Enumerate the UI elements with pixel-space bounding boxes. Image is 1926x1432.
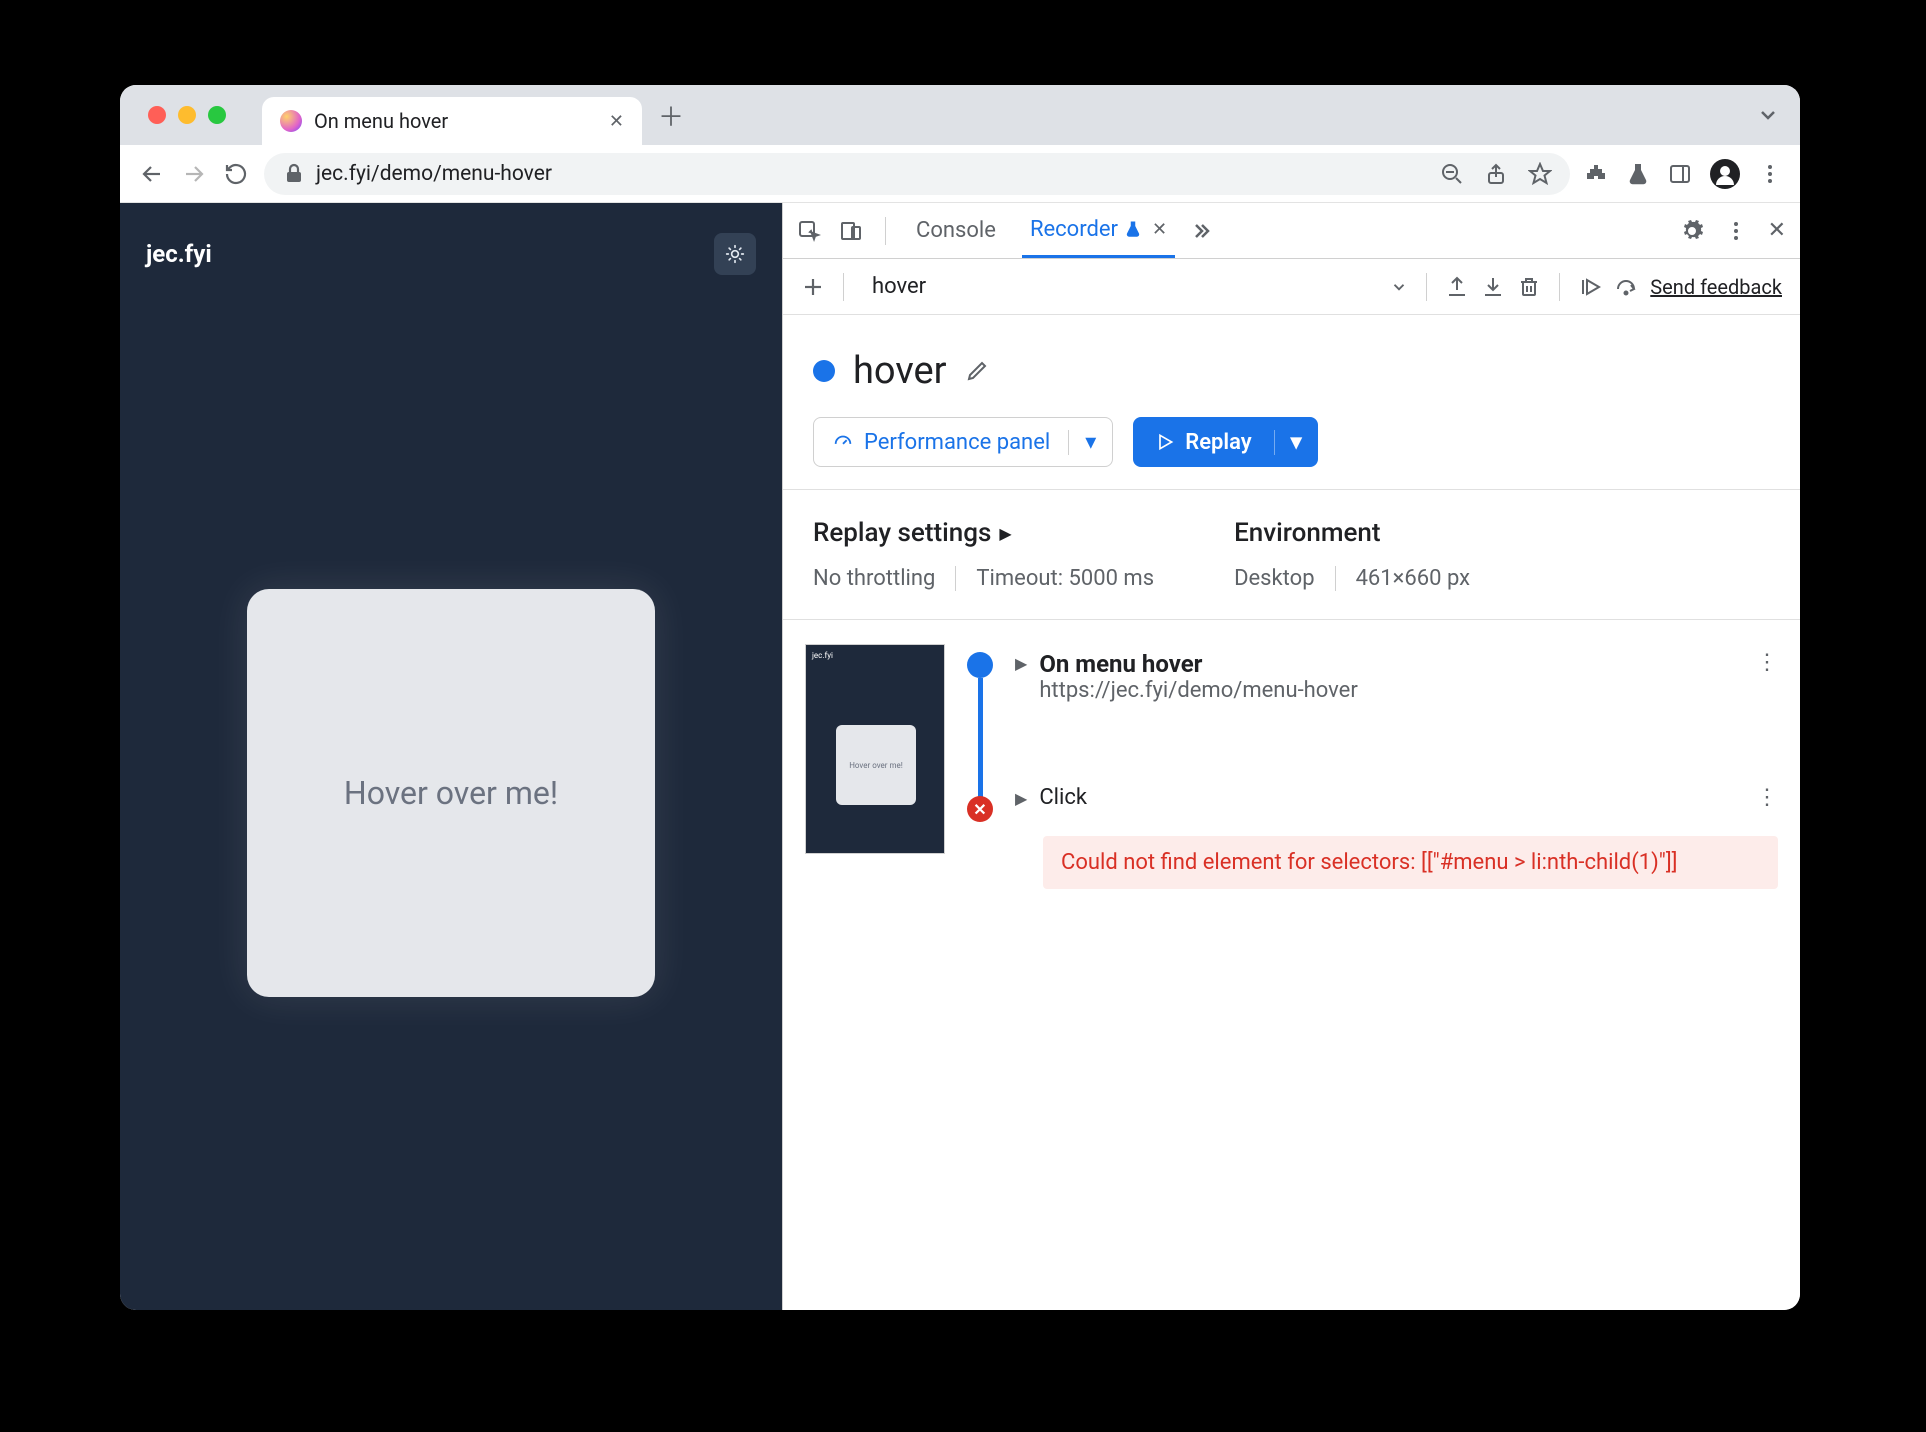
labs-icon[interactable]	[1626, 162, 1650, 186]
expand-step-icon[interactable]: ▶	[1015, 789, 1027, 808]
new-tab-button[interactable]: ＋	[658, 97, 684, 134]
back-button[interactable]	[138, 160, 166, 188]
tab-strip: On menu hover ✕ ＋	[120, 85, 1800, 145]
edit-title-icon[interactable]	[965, 359, 989, 383]
play-icon	[1155, 432, 1175, 452]
recording-header: hover Performance panel ▾ Rep	[783, 315, 1800, 489]
minimize-window-icon[interactable]	[178, 106, 196, 124]
address-bar[interactable]: jec.fyi/demo/menu-hover	[264, 153, 1570, 195]
step-error-message: Could not find element for selectors: [[…	[1043, 836, 1778, 889]
step-menu-icon[interactable]: ⋮	[1756, 785, 1778, 810]
replay-button[interactable]: Replay ▾	[1133, 417, 1317, 467]
viewport-value: 461×660 px	[1356, 566, 1471, 591]
browser-toolbar: jec.fyi/demo/menu-hover	[120, 145, 1800, 203]
profile-avatar[interactable]	[1710, 159, 1740, 189]
performance-dropdown-icon[interactable]: ▾	[1068, 430, 1112, 455]
recording-title: hover	[853, 349, 947, 393]
settings-gear-icon[interactable]	[1680, 219, 1704, 243]
theme-toggle-button[interactable]	[714, 233, 756, 275]
chevron-down-icon[interactable]	[1390, 278, 1408, 296]
url-text: jec.fyi/demo/menu-hover	[316, 162, 552, 186]
recorder-step[interactable]: ▶ On menu hover https://jec.fyi/demo/men…	[1015, 644, 1778, 709]
more-tabs-icon[interactable]	[1193, 219, 1217, 243]
favicon-icon	[280, 110, 302, 132]
web-page: jec.fyi Hover over me!	[120, 203, 782, 1310]
expand-step-icon[interactable]: ▶	[1015, 654, 1027, 673]
share-icon[interactable]	[1484, 162, 1508, 186]
recorder-settings: Replay settings ▶ No throttling Timeout:…	[783, 489, 1800, 620]
tab-title: On menu hover	[314, 109, 597, 133]
close-window-icon[interactable]	[148, 106, 166, 124]
step-over-icon[interactable]	[1614, 275, 1638, 299]
browser-tab[interactable]: On menu hover ✕	[262, 97, 642, 145]
browser-window: On menu hover ✕ ＋ jec.fyi/demo/menu-hove…	[120, 85, 1800, 1310]
window-controls	[148, 106, 226, 124]
delete-icon[interactable]	[1517, 275, 1541, 299]
replay-settings-heading[interactable]: Replay settings ▶	[813, 518, 1154, 548]
tab-recorder[interactable]: Recorder ✕	[1022, 203, 1175, 258]
flask-icon	[1124, 220, 1142, 238]
devtools-tab-bar: Console Recorder ✕ ✕	[783, 203, 1800, 259]
forward-button	[180, 160, 208, 188]
throttling-value: No throttling	[813, 566, 935, 591]
gauge-icon	[832, 431, 854, 453]
device-toggle-icon[interactable]	[839, 219, 863, 243]
page-brand: jec.fyi	[146, 240, 212, 268]
devtools-menu-icon[interactable]	[1724, 219, 1748, 243]
export-icon[interactable]	[1445, 275, 1469, 299]
tab-console[interactable]: Console	[908, 203, 1004, 258]
maximize-window-icon[interactable]	[208, 106, 226, 124]
recording-status-dot	[813, 360, 835, 382]
add-recording-icon[interactable]	[801, 275, 825, 299]
bookmark-icon[interactable]	[1528, 162, 1552, 186]
recorder-steps: jec.fyi Hover over me! ✕ ▶ On menu hover…	[783, 620, 1800, 913]
recorder-step[interactable]: ▶ Click ⋮	[1015, 779, 1778, 816]
import-icon[interactable]	[1481, 275, 1505, 299]
panel-icon[interactable]	[1668, 162, 1692, 186]
close-devtools-icon[interactable]: ✕	[1768, 218, 1786, 243]
inspect-icon[interactable]	[797, 219, 821, 243]
step-menu-icon[interactable]: ⋮	[1756, 650, 1778, 675]
send-feedback-link[interactable]: Send feedback	[1650, 275, 1782, 299]
performance-panel-button[interactable]: Performance panel ▾	[813, 417, 1113, 467]
lock-icon	[282, 162, 306, 186]
replay-dropdown-icon[interactable]: ▾	[1274, 430, 1318, 455]
step-url: https://jec.fyi/demo/menu-hover	[1039, 678, 1744, 703]
step-play-icon[interactable]	[1578, 275, 1602, 299]
step-title: On menu hover	[1039, 650, 1744, 678]
recorder-toolbar: hover Send feedback	[783, 259, 1800, 315]
device-value: Desktop	[1234, 566, 1315, 591]
close-tab-recorder-icon[interactable]: ✕	[1152, 219, 1167, 240]
environment-heading: Environment	[1234, 518, 1470, 548]
close-tab-icon[interactable]: ✕	[609, 111, 624, 132]
zoom-icon[interactable]	[1440, 162, 1464, 186]
hover-card[interactable]: Hover over me!	[247, 589, 655, 997]
extensions-icon[interactable]	[1584, 162, 1608, 186]
devtools-panel: Console Recorder ✕ ✕ hover	[782, 203, 1800, 1310]
step-thumbnail: jec.fyi Hover over me!	[805, 644, 945, 854]
step-timeline: ✕	[963, 644, 997, 889]
step-title: Click	[1039, 785, 1744, 810]
browser-menu-icon[interactable]	[1758, 162, 1782, 186]
recording-selector[interactable]: hover	[872, 274, 1378, 299]
timeout-value: Timeout: 5000 ms	[976, 566, 1154, 591]
hover-card-text: Hover over me!	[344, 774, 558, 812]
tabs-overflow-icon[interactable]	[1756, 103, 1780, 127]
content-area: jec.fyi Hover over me! Console Recorde	[120, 203, 1800, 1310]
step-error-dot: ✕	[967, 796, 993, 822]
step-success-dot	[967, 652, 993, 678]
reload-button[interactable]	[222, 160, 250, 188]
